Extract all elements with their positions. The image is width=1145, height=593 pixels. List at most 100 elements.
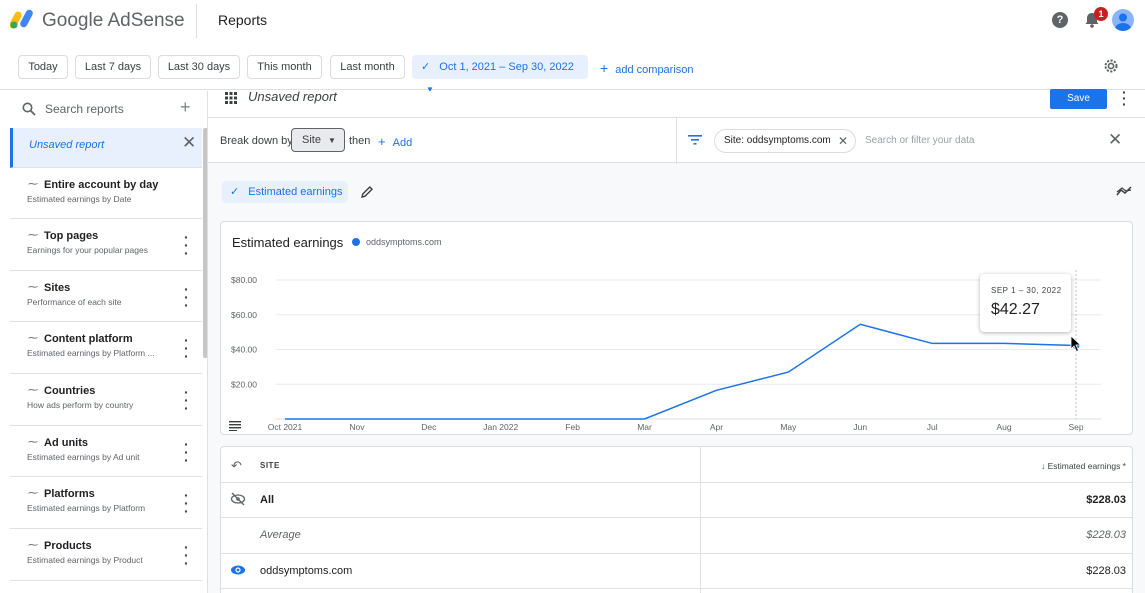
break-down-label: Break down by — [220, 135, 293, 147]
table-row: oddsymptoms.com $228.03 — [221, 554, 1132, 589]
sidebar-item-entire-account-by-day[interactable]: ⁓ Entire account by day Estimated earnin… — [10, 168, 202, 219]
mouse-cursor-icon — [1070, 335, 1082, 353]
y-tick-label: $60.00 — [231, 310, 257, 320]
close-icon[interactable]: ✕ — [1108, 130, 1122, 150]
sidebar-item-ad-units[interactable]: ⁓ Ad units Estimated earnings by Ad unit… — [10, 426, 202, 477]
sidebar-item-subtitle: How ads perform by country — [27, 400, 134, 410]
sidebar-item-label: Content platform — [44, 333, 133, 345]
dropdown-arrow-icon: ▼ — [328, 136, 336, 145]
x-tick-label: Nov — [349, 422, 365, 432]
more-options-icon[interactable]: · · · — [184, 437, 189, 467]
report-trend-icon: ⁓ — [28, 282, 38, 293]
user-icon — [1115, 13, 1131, 31]
date-chip-today[interactable]: Today — [18, 55, 68, 79]
undo-arrow-icon[interactable]: ↶ — [231, 458, 242, 474]
metric-chip-estimated-earnings[interactable]: ✓ Estimated earnings — [222, 181, 348, 203]
sidebar-item-products[interactable]: ⁓ Products Estimated earnings by Product… — [10, 529, 202, 581]
search-reports-input[interactable]: Search reports — [45, 102, 124, 116]
filter-search-input[interactable]: Search or filter your data — [865, 135, 975, 146]
more-options-icon[interactable]: · · · — [184, 333, 189, 363]
report-trend-icon: ⁓ — [28, 333, 38, 344]
x-tick-label: May — [780, 422, 797, 432]
metric-chip-label: Estimated earnings — [248, 186, 343, 198]
sidebar-item-countries[interactable]: ⁓ Countries How ads perform by country ·… — [10, 374, 202, 426]
sidebar-item-label: Unsaved report — [29, 139, 105, 151]
settings-gear-icon[interactable] — [1103, 58, 1119, 74]
search-reports-row[interactable]: Search reports + — [10, 91, 207, 128]
add-comparison-button[interactable]: + add comparison — [600, 60, 694, 76]
add-comparison-label: add comparison — [615, 64, 694, 76]
row-value: $228.03 — [1086, 529, 1126, 541]
row-label: Average — [260, 529, 301, 541]
check-icon: ✓ — [421, 61, 431, 73]
y-tick-label: $40.00 — [231, 345, 257, 355]
reports-sidebar: Search reports + Unsaved report ✕ ⁓ Enti… — [10, 91, 208, 593]
site-filter-chip[interactable]: Site: oddsymptoms.com ✕ — [714, 129, 856, 153]
trend-chart-icon[interactable] — [1116, 185, 1132, 197]
row-label: All — [260, 494, 275, 506]
notification-badge: 1 — [1094, 7, 1108, 21]
more-options-icon[interactable]: · · · — [1122, 85, 1127, 111]
table-view-icon[interactable] — [229, 421, 241, 431]
x-tick-label: Jan 2022 — [483, 422, 518, 432]
report-trend-icon: ⁓ — [28, 230, 38, 241]
breakdown-value: Site — [302, 134, 321, 146]
report-title-bar: Unsaved report Save · · · — [208, 85, 1145, 117]
report-trend-icon: ⁓ — [28, 385, 38, 396]
more-options-icon[interactable]: · · · — [184, 385, 189, 415]
sidebar-item-platforms[interactable]: ⁓ Platforms Estimated earnings by Platfo… — [10, 477, 202, 529]
sidebar-item-label: Entire account by day — [44, 179, 159, 191]
date-chip-last-7-days[interactable]: Last 7 days — [75, 55, 151, 79]
brand-name[interactable]: Google AdSense — [42, 10, 185, 32]
sidebar-item-unsaved-report[interactable]: Unsaved report ✕ — [10, 128, 202, 168]
adsense-logo-icon — [10, 9, 33, 29]
more-options-icon[interactable]: · · · — [184, 540, 189, 570]
save-button[interactable]: Save — [1050, 89, 1107, 109]
sidebar-item-label: Platforms — [44, 488, 95, 500]
page-title: Reports — [218, 12, 268, 28]
date-chip-last-month[interactable]: Last month — [330, 55, 405, 79]
more-options-icon[interactable]: · · · — [184, 282, 189, 312]
more-options-icon[interactable]: · · · — [184, 230, 189, 260]
sidebar-item-subtitle: Estimated earnings by Platform ... — [27, 348, 155, 358]
y-tick-label: $80.00 — [231, 275, 257, 285]
more-options-icon[interactable]: · · · — [184, 488, 189, 518]
earnings-table: ↶ SITE ↓ Estimated earnings * All $228.0… — [220, 446, 1133, 593]
series-line — [285, 323, 1077, 420]
date-range-picker[interactable]: ✓ Oct 1, 2021 – Sep 30, 2022 ▼ — [412, 55, 588, 94]
plus-icon: + — [600, 60, 609, 76]
column-header-site[interactable]: SITE — [260, 461, 280, 470]
apps-grid-icon[interactable] — [224, 91, 238, 105]
report-title[interactable]: Unsaved report — [248, 89, 337, 104]
sidebar-item-top-pages[interactable]: ⁓ Top pages Earnings for your popular pa… — [10, 219, 202, 271]
date-toolbar: Today Last 7 days Last 30 days This mont… — [0, 42, 1145, 94]
sidebar-item-sites[interactable]: ⁓ Sites Performance of each site · · · — [10, 271, 202, 322]
eye-icon[interactable] — [230, 563, 246, 577]
column-header-estimated-earnings[interactable]: ↓ Estimated earnings * — [1041, 461, 1126, 471]
filter-chip-label: Site: oddsymptoms.com — [724, 135, 831, 146]
table-header-row: ↶ SITE ↓ Estimated earnings * — [221, 447, 1132, 483]
pencil-edit-icon[interactable] — [360, 185, 374, 199]
report-trend-icon: ⁓ — [28, 179, 38, 190]
x-tick-label: Feb — [565, 422, 580, 432]
add-breakdown-button[interactable]: + Add — [378, 134, 412, 149]
sidebar-item-label: Sites — [44, 282, 71, 294]
help-icon[interactable]: ? — [1052, 12, 1068, 28]
row-value: $228.03 — [1086, 565, 1126, 577]
close-icon[interactable]: ✕ — [182, 133, 196, 153]
x-tick-label: Oct 2021 — [268, 422, 303, 432]
eye-off-icon[interactable] — [230, 492, 246, 506]
x-tick-label: Mar — [637, 422, 652, 432]
date-chip-last-30-days[interactable]: Last 30 days — [158, 55, 240, 79]
plus-icon: + — [378, 134, 386, 149]
breakdown-select[interactable]: Site ▼ — [291, 128, 345, 152]
sidebar-item-content-platform[interactable]: ⁓ Content platform Estimated earnings by… — [10, 322, 202, 374]
filter-icon[interactable] — [688, 134, 702, 146]
date-chip-this-month[interactable]: This month — [247, 55, 322, 79]
divider — [676, 118, 677, 164]
avatar[interactable] — [1112, 9, 1134, 31]
check-icon: ✓ — [230, 186, 240, 198]
close-icon[interactable]: ✕ — [838, 130, 848, 152]
breakdown-filter-bar: Break down by Site ▼ then + Add Site: od… — [208, 117, 1145, 164]
new-report-plus-icon[interactable]: + — [180, 97, 191, 118]
